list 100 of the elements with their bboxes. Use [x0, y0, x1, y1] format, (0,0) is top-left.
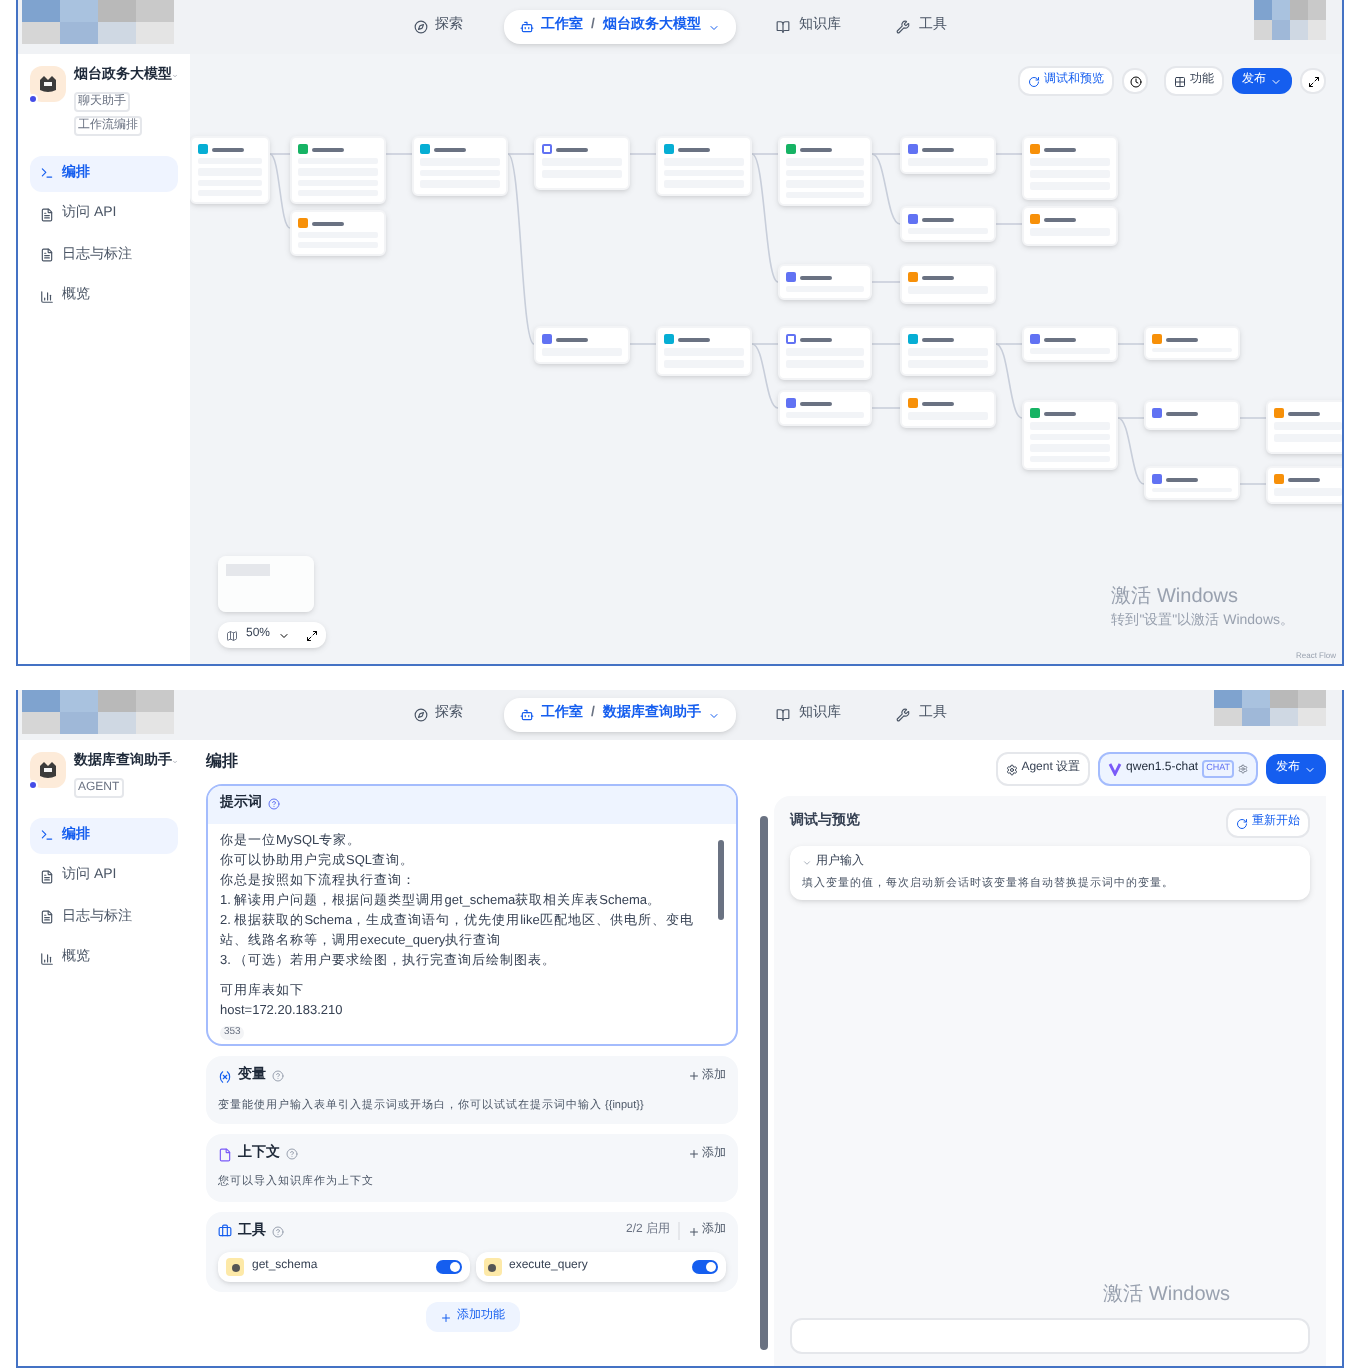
tool-icon [483, 1258, 501, 1276]
node-type-icon [664, 334, 674, 344]
node-type-icon [1274, 408, 1284, 418]
workflow-node[interactable] [900, 206, 996, 242]
node-type-icon [1030, 408, 1040, 418]
help-icon [286, 1148, 298, 1160]
workflow-node[interactable] [1022, 136, 1118, 200]
document-icon [218, 1147, 232, 1161]
prompt-editor[interactable] [206, 784, 738, 1046]
nav-icon [776, 20, 791, 34]
node-type-icon [1030, 214, 1040, 224]
workflow-node[interactable] [778, 264, 872, 300]
node-type-icon [908, 334, 918, 344]
node-type-icon [1152, 334, 1162, 344]
app-avatar-icon [30, 66, 66, 102]
nav-icon [896, 708, 911, 722]
workflow-node[interactable] [656, 136, 752, 196]
workflow-node[interactable] [534, 136, 630, 190]
workflow-node[interactable] [900, 264, 996, 304]
refresh-icon [1028, 75, 1040, 87]
help-icon [272, 1070, 284, 1083]
fullscreen-button[interactable] [1300, 68, 1326, 94]
blurred-area [1254, 0, 1326, 40]
workflow-node[interactable] [656, 326, 752, 376]
menu-icon [40, 951, 54, 966]
chevron-icon [802, 858, 812, 868]
grid-icon [1174, 75, 1186, 87]
workflow-node[interactable] [1022, 400, 1118, 470]
workflow-node[interactable] [412, 136, 508, 196]
scrollbar [718, 839, 724, 919]
nav-icon [896, 20, 911, 34]
node-type-icon [1274, 474, 1284, 484]
toggle-switch[interactable] [435, 1260, 461, 1274]
nav-icon [413, 708, 428, 722]
nav-icon [519, 20, 534, 34]
node-type-icon [908, 214, 918, 224]
workflow-node[interactable] [1144, 400, 1240, 430]
nav-icon [519, 708, 534, 722]
workflow-node[interactable] [1266, 400, 1342, 454]
caret-icon [708, 21, 721, 33]
workflow-node[interactable] [778, 136, 872, 206]
menu-icon [40, 207, 54, 222]
node-type-icon [786, 334, 796, 344]
history-button[interactable] [1122, 68, 1148, 94]
toggle-switch[interactable] [692, 1260, 718, 1274]
caret-icon [708, 709, 721, 721]
workflow-node[interactable] [1144, 326, 1240, 360]
workflow-node[interactable] [900, 136, 996, 174]
plus-icon [688, 1070, 700, 1083]
node-type-icon [542, 334, 552, 344]
workflow-node[interactable] [778, 326, 872, 380]
settings-icon [1238, 764, 1248, 774]
node-type-icon [420, 144, 430, 154]
workflow-node[interactable] [900, 390, 996, 428]
node-type-icon [198, 144, 208, 154]
node-type-icon [908, 272, 918, 282]
node-type-icon [1152, 408, 1162, 418]
node-type-icon [908, 398, 918, 408]
plus-icon [688, 1148, 700, 1160]
map-icon [226, 629, 238, 641]
help-icon [268, 798, 280, 811]
caret-icon [1270, 75, 1282, 87]
model-logo-icon [1108, 762, 1123, 776]
menu-icon [40, 166, 54, 181]
workflow-node[interactable] [1144, 466, 1240, 500]
menu-icon [40, 828, 54, 843]
node-type-icon [298, 218, 308, 228]
refresh-icon [1236, 817, 1248, 829]
workflow-node[interactable] [1266, 466, 1342, 504]
workflow-node[interactable] [290, 136, 386, 204]
tool-icon [226, 1258, 244, 1276]
menu-icon [40, 869, 54, 884]
menu-icon [40, 289, 54, 304]
workflow-node[interactable] [190, 136, 270, 204]
workflow-node[interactable] [778, 390, 872, 426]
menu-icon [40, 910, 54, 925]
workflow-node[interactable] [1022, 206, 1118, 246]
workflow-node[interactable] [534, 326, 630, 364]
node-type-icon [786, 144, 796, 154]
plus-icon [439, 1311, 451, 1323]
section-title: 编排 [206, 750, 240, 774]
node-type-icon [786, 272, 796, 282]
node-type-icon [664, 144, 674, 154]
clock-icon [1129, 75, 1141, 87]
node-type-icon [298, 144, 308, 154]
workflow-node[interactable] [900, 326, 996, 376]
app-avatar-icon [30, 752, 66, 788]
node-type-icon [786, 398, 796, 408]
node-type-icon [542, 144, 552, 154]
node-type-icon [908, 144, 918, 154]
blurred-area [1214, 690, 1326, 726]
settings-icon [1005, 763, 1018, 775]
nav-icon [413, 20, 428, 34]
workflow-node[interactable] [290, 210, 386, 256]
chat-input-field[interactable] [790, 1318, 1310, 1354]
plus-icon [688, 1225, 700, 1238]
variable-icon [218, 1069, 232, 1084]
help-icon [272, 1225, 284, 1238]
node-type-icon [1030, 144, 1040, 154]
workflow-node[interactable] [1022, 326, 1118, 362]
